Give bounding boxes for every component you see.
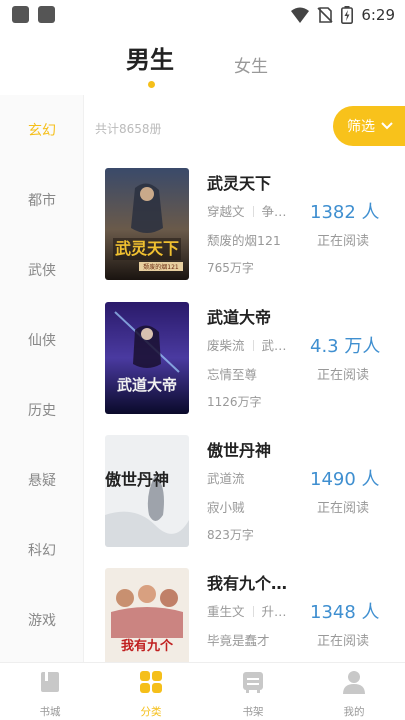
chevron-down-icon: [381, 122, 393, 130]
clock: 6:29: [361, 6, 395, 24]
reader-count: 1490 人: [310, 469, 380, 490]
sidebar-item-dushi[interactable]: 都市: [0, 190, 84, 210]
book-cover: 我有九个: [105, 568, 189, 662]
sidebar-item-lishi[interactable]: 历史: [0, 400, 84, 420]
reader-count: 4.3 万人: [310, 336, 381, 357]
sidebar-item-xuanyi[interactable]: 悬疑: [0, 470, 84, 490]
book-item[interactable]: 傲世丹神 傲世丹神 武道流 寂小贼 823万字 1490 人 正在阅读: [105, 435, 405, 547]
no-sim-icon: [317, 7, 333, 23]
book-word-count: 1126万字: [207, 395, 262, 409]
book-author: 寂小贼: [207, 500, 245, 515]
book-title: 武灵天下: [207, 174, 272, 193]
sidebar-item-youxi[interactable]: 游戏: [0, 610, 84, 630]
reading-label: 正在阅读: [317, 368, 370, 383]
person-icon: [343, 671, 365, 694]
sidebar-item-wuxia[interactable]: 武侠: [0, 260, 84, 280]
notification-icon: [12, 6, 29, 23]
nav-bookstore[interactable]: 书城: [20, 669, 80, 719]
wifi-icon: [291, 7, 310, 23]
book-item[interactable]: 我有九个 我有九个… 重生文 升… 毕竟是蠢才 1348 人 正在阅读: [105, 568, 405, 662]
battery-icon: [341, 6, 354, 24]
book-word-count: 765万字: [207, 261, 254, 275]
book-item[interactable]: 武道大帝 武道大帝 废柴流 武… 忘情至尊 1126万字 4.3 万人 正在阅读: [105, 302, 405, 414]
reading-label: 正在阅读: [317, 234, 370, 249]
cover-title: 武灵天下: [115, 239, 179, 258]
filter-label: 筛选: [347, 119, 375, 135]
cover-title: 傲世丹神: [105, 470, 169, 489]
book-tags: 废柴流 武…: [207, 338, 287, 353]
reading-label: 正在阅读: [317, 501, 370, 516]
book-tags: 武道流: [207, 471, 245, 486]
nav-label: 书架: [242, 706, 264, 718]
gender-tabs: 男生 女生: [0, 40, 405, 90]
book-word-count: 823万字: [207, 528, 254, 542]
book-item[interactable]: 武灵天下 颓废的烟121 武灵天下 穿越文 争… 颓废的烟121 765万字 13…: [105, 168, 405, 280]
book-title: 武道大帝: [207, 308, 272, 327]
nav-label: 书城: [39, 706, 61, 718]
tab-female[interactable]: 女生: [234, 52, 268, 77]
nav-label: 分类: [140, 706, 162, 718]
cover-title: 我有九个: [121, 638, 174, 654]
book-icon: [41, 672, 59, 692]
nav-category[interactable]: 分类: [121, 669, 181, 719]
book-tags: 穿越文 争…: [207, 204, 287, 219]
reader-count: 1382 人: [310, 202, 380, 223]
active-tab-indicator: [148, 81, 155, 88]
category-sidebar: 玄幻 都市 武侠 仙侠 历史 悬疑 科幻 游戏: [0, 95, 84, 665]
book-tags: 重生文 升…: [207, 604, 287, 619]
total-count: 共计8658册: [95, 122, 162, 136]
book-author: 毕竟是蠢才: [207, 633, 270, 648]
filter-button[interactable]: 筛选: [333, 106, 405, 146]
book-title: 我有九个…: [207, 574, 288, 593]
cover-title: 武道大帝: [117, 376, 177, 394]
reading-label: 正在阅读: [317, 634, 370, 649]
book-cover: 傲世丹神: [105, 435, 189, 547]
sidebar-item-xianxia[interactable]: 仙侠: [0, 330, 84, 350]
book-cover: 武灵天下 颓废的烟121: [105, 168, 189, 280]
tab-male[interactable]: 男生: [126, 40, 174, 75]
status-bar: 6:29: [0, 0, 405, 30]
nav-label: 我的: [343, 706, 365, 718]
sidebar-item-kehuan[interactable]: 科幻: [0, 540, 84, 560]
reader-count: 1348 人: [310, 602, 380, 623]
nav-profile[interactable]: 我的: [324, 669, 384, 719]
book-author: 忘情至尊: [207, 367, 258, 382]
sidebar-item-xuanhuan[interactable]: 玄幻: [0, 120, 84, 140]
cover-author: 颓废的烟121: [143, 263, 179, 271]
nav-bookshelf[interactable]: 书架: [223, 669, 283, 719]
notification-icon: [38, 6, 55, 23]
book-author: 颓废的烟121: [207, 233, 281, 248]
shelf-icon: [243, 672, 263, 693]
book-title: 傲世丹神: [207, 441, 272, 460]
book-cover: 武道大帝: [105, 302, 189, 414]
grid-icon: [140, 671, 162, 693]
bottom-nav: 书城 分类 书架 我的: [0, 662, 405, 720]
